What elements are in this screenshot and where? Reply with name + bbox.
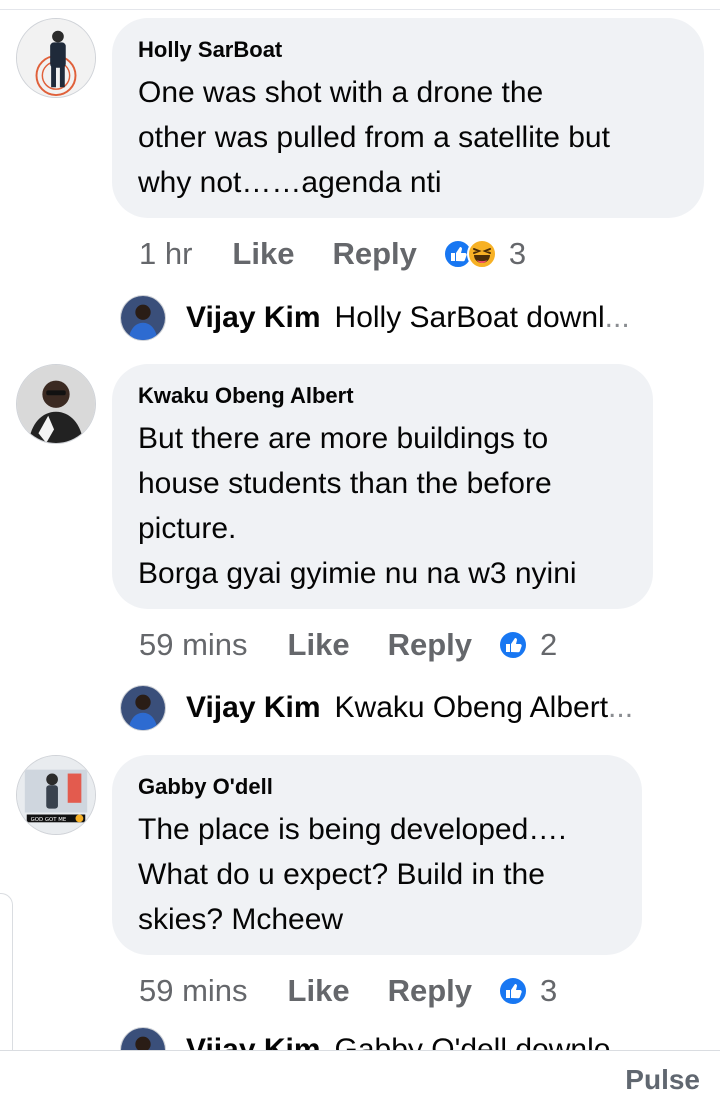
comment-text: But there are more buildings to house st… [138, 422, 577, 590]
reply-preview[interactable]: Vijay Kim Holly SarBoat downl... [120, 294, 710, 342]
comment-author[interactable]: Gabby O'dell [138, 775, 616, 799]
comment-author[interactable]: Kwaku Obeng Albert [138, 384, 627, 408]
reply-button[interactable]: Reply [388, 627, 472, 663]
comment-time[interactable]: 59 mins [139, 627, 248, 663]
comment-text: One was shot with a drone the other was … [138, 76, 610, 199]
reaction-count: 2 [540, 627, 558, 662]
reply-author[interactable]: Vijay Kim [186, 301, 321, 335]
avatar-photo-icon [121, 686, 165, 730]
comment-actions: 1 hr Like Reply 3 [139, 234, 526, 274]
bottom-bar-label[interactable]: Pulse [625, 1065, 700, 1095]
like-icon [498, 630, 528, 660]
top-divider [0, 9, 720, 10]
commenter-avatar[interactable]: GOD GOT ME [16, 755, 96, 835]
reaction-summary[interactable]: 2 [498, 627, 557, 663]
comment-text: The place is being developed…. What do u… [138, 813, 567, 936]
reaction-count: 3 [508, 236, 527, 271]
reply-text: Kwaku Obeng Albert... [335, 691, 634, 725]
reaction-summary[interactable]: 3 [442, 236, 527, 272]
comment-bubble: Kwaku Obeng Albert But there are more bu… [112, 364, 653, 609]
like-icon [498, 976, 528, 1006]
like-button[interactable]: Like [288, 627, 350, 663]
avatar-photo-icon [17, 365, 95, 443]
avatar-photo-icon [17, 19, 95, 97]
commenter-avatar[interactable] [16, 18, 96, 98]
bottom-bar: Pulse [0, 1050, 720, 1095]
reply-avatar [120, 295, 166, 341]
avatar-caption: GOD GOT ME [31, 817, 67, 823]
reaction-summary[interactable]: 3 [498, 973, 557, 1009]
reply-button[interactable]: Reply [388, 973, 472, 1009]
haha-icon [466, 239, 497, 269]
comment-actions: 59 mins Like Reply 3 [139, 971, 557, 1011]
like-button[interactable]: Like [288, 973, 350, 1009]
reaction-count: 3 [540, 973, 558, 1008]
reply-ellipsis: ... [608, 691, 634, 724]
reply-author[interactable]: Vijay Kim [186, 691, 321, 725]
like-button[interactable]: Like [232, 236, 294, 272]
comment-time[interactable]: 59 mins [139, 973, 248, 1009]
reply-preview[interactable]: Vijay Kim Kwaku Obeng Albert... [120, 684, 710, 732]
reply-text: Holly SarBoat downl... [335, 301, 630, 335]
commenter-avatar[interactable] [16, 364, 96, 444]
comment-bubble: Holly SarBoat One was shot with a drone … [112, 18, 704, 218]
comment-time[interactable]: 1 hr [139, 236, 192, 272]
left-panel-edge [0, 893, 13, 1054]
comment-actions: 59 mins Like Reply 2 [139, 625, 557, 665]
reply-text-content: Holly SarBoat downl [334, 301, 605, 334]
reply-ellipsis: ... [604, 301, 630, 334]
comment-bubble: Gabby O'dell The place is being develope… [112, 755, 642, 955]
avatar-photo-icon: GOD GOT ME [17, 756, 95, 834]
reply-text-content: Kwaku Obeng Albert [334, 691, 609, 724]
reply-button[interactable]: Reply [332, 236, 416, 272]
comment-author[interactable]: Holly SarBoat [138, 38, 678, 62]
avatar-photo-icon [121, 296, 165, 340]
reply-avatar [120, 685, 166, 731]
